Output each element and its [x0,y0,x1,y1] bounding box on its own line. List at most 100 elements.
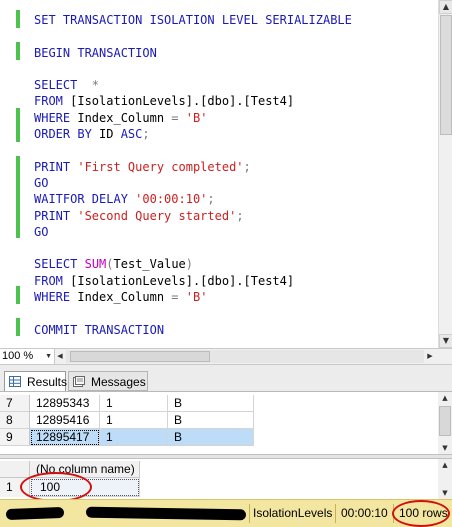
code-line[interactable]: FROM [IsolationLevels].[dbo].[Test4] [34,93,352,109]
scroll-right-icon[interactable]: ▶ [424,350,436,363]
cell-id[interactable]: 12895416 [30,412,100,429]
code-line[interactable]: FROM [IsolationLevels].[dbo].[Test4] [34,273,352,289]
code-token: ; [142,127,150,142]
redacted-scribble [5,506,65,521]
code-line[interactable] [34,305,352,321]
tab-results[interactable]: Results [4,371,67,391]
code-line[interactable] [34,28,352,44]
editor-horizontal-bar: 100 % ▼ ◀ ▶ [0,348,452,365]
code-line[interactable]: PRINT 'Second Query started'; [34,208,352,224]
row-number[interactable]: 9 [0,429,30,446]
code-token: 'B' [185,110,208,125]
code-token: ID [91,127,121,142]
code-line[interactable]: WAITFOR DELAY '00:00:10'; [34,191,352,207]
code-token: PRINT [34,208,71,223]
change-marker [16,286,20,304]
cell-index[interactable]: B [168,412,254,429]
code-token: SELECT [34,78,78,93]
code-token: ) [185,257,193,272]
code-token: [IsolationLevels].[dbo].[Test4] [62,94,295,109]
row-number-header [0,461,30,478]
cell-index[interactable]: B [168,429,254,446]
code-token: WAITFOR DELAY [34,192,128,207]
code-line[interactable] [34,240,352,256]
table-row[interactable]: 9 12895417 1 B [0,429,438,446]
zoom-label: 100 % [2,350,34,362]
code-token: ORDER BY [34,127,92,142]
code-line[interactable]: WHERE Index_Column = 'B' [34,289,352,305]
sum-grid-scrollbar[interactable]: ▲ ▼ [438,459,452,499]
results-grid-scrollbar[interactable]: ▲ ▼ [438,392,452,454]
code-token: ( [106,257,114,272]
scroll-left-icon[interactable]: ◀ [54,350,66,363]
sql-code[interactable]: SET TRANSACTION ISOLATION LEVEL SERIALIZ… [34,12,352,338]
row-number[interactable]: 7 [0,395,30,412]
cell-id[interactable]: 12895417 [30,429,100,446]
code-token: GO [34,175,49,190]
scroll-down-icon[interactable]: ▼ [439,334,452,348]
code-token: SET TRANSACTION ISOLATION LEVEL SERIALIZ… [34,13,352,27]
query-editor[interactable]: SET TRANSACTION ISOLATION LEVEL SERIALIZ… [0,0,438,348]
tab-messages-label: Messages [91,375,146,389]
code-line[interactable]: GO [34,224,352,240]
messages-icon [73,376,85,387]
code-line[interactable]: COMMIT TRANSACTION [34,322,352,338]
grid-icon [9,376,21,387]
sum-value-cell[interactable]: 100 [30,478,140,497]
code-line[interactable]: GO [34,175,352,191]
code-token: PRINT [34,159,71,174]
code-token: WHERE [34,110,71,125]
code-token: = [171,110,179,125]
code-line[interactable] [34,61,352,77]
tab-messages[interactable]: Messages [68,371,148,391]
redacted-scribble [85,506,247,521]
editor-vertical-scrollbar[interactable]: ▲ ▼ [438,0,452,348]
code-token: FROM [34,94,63,109]
scroll-down-icon[interactable]: ▼ [438,487,452,499]
zoom-dropdown[interactable]: 100 % ▼ [0,349,55,364]
cell-id[interactable]: 12895343 [30,395,100,412]
code-token: GO [34,224,49,239]
code-line[interactable]: SELECT SUM(Test_Value) [34,256,352,272]
code-token: ; [236,208,244,223]
code-token: ; [207,192,215,207]
change-marker [16,318,20,336]
code-line[interactable]: WHERE Index_Column = 'B' [34,110,352,126]
status-bar: IsolationLevels 00:00:10 100 rows [0,499,452,527]
code-line[interactable]: SET TRANSACTION ISOLATION LEVEL SERIALIZ… [34,12,352,28]
results-grid[interactable]: 7 12895343 1 B 8 12895416 1 B 9 12895417 1 B [0,392,438,454]
cell-value[interactable]: 1 [100,412,168,429]
change-marker [16,156,20,238]
column-header[interactable]: (No column name) [30,461,140,478]
scroll-down-icon[interactable]: ▼ [438,442,452,454]
horizontal-scroll-thumb[interactable] [70,351,210,362]
scroll-thumb[interactable] [439,406,451,436]
code-line[interactable]: PRINT 'First Query completed'; [34,159,352,175]
change-marker [16,108,20,142]
scroll-up-icon[interactable]: ▲ [439,0,452,14]
sum-results-grid[interactable]: (No column name) 1 100 [0,459,438,499]
row-number[interactable]: 1 [0,478,30,497]
change-marker [16,10,20,28]
cell-value[interactable]: 1 [100,429,168,446]
code-line[interactable] [34,142,352,158]
code-token: FROM [34,273,63,288]
cell-value[interactable]: 1 [100,395,168,412]
cell-index[interactable]: B [168,395,254,412]
scroll-up-icon[interactable]: ▲ [438,459,452,471]
code-line[interactable]: BEGIN TRANSACTION [34,45,352,61]
status-separator [249,504,250,523]
code-token: * [77,78,100,93]
row-number[interactable]: 8 [0,412,30,429]
table-row[interactable]: 7 12895343 1 B [0,395,438,412]
code-line[interactable]: ORDER BY ID ASC; [34,126,352,142]
code-token: 'B' [185,290,208,305]
code-line[interactable]: SELECT * [34,77,352,93]
scroll-thumb[interactable] [440,15,452,135]
code-token: BEGIN TRANSACTION [34,45,157,60]
table-row[interactable]: 8 12895416 1 B [0,412,438,429]
scroll-up-icon[interactable]: ▲ [438,392,452,404]
code-token: WHERE [34,290,71,305]
